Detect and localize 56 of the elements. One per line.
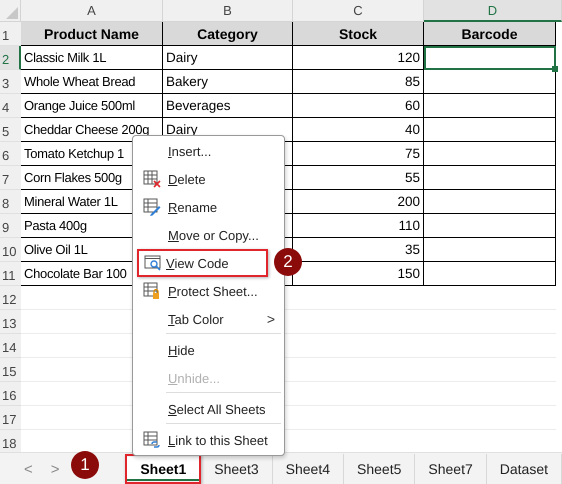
- submenu-arrow: >: [266, 311, 275, 327]
- grid-link-icon: [143, 431, 161, 449]
- table-cell: 110: [293, 214, 424, 238]
- sheet-tab[interactable]: Sheet7: [415, 457, 486, 481]
- menu-item[interactable]: Tab Color >: [136, 305, 281, 333]
- row-number[interactable]: 16: [0, 382, 21, 406]
- menu-item[interactable]: View Code: [139, 251, 266, 275]
- table-cell: Orange Juice 500ml: [21, 94, 163, 118]
- sheet-tab[interactable]: Dataset: [486, 457, 561, 481]
- row-number[interactable]: 8: [0, 190, 21, 214]
- grid-pencil-icon: [143, 198, 161, 216]
- table-cell: 120: [293, 46, 424, 70]
- table-cell: 40: [293, 118, 424, 142]
- row-number[interactable]: 6: [0, 142, 21, 166]
- table-cell: 60: [293, 94, 424, 118]
- grid-lock-icon: [143, 282, 161, 300]
- row-number[interactable]: 12: [0, 286, 21, 310]
- row-number[interactable]: 13: [0, 310, 21, 334]
- row-number[interactable]: 15: [0, 358, 21, 382]
- row-number[interactable]: 2: [0, 46, 21, 70]
- table-cell: Dairy: [163, 46, 293, 70]
- header-cell: Product Name: [21, 22, 163, 46]
- column-header[interactable]: D: [424, 0, 562, 22]
- row-number[interactable]: 11: [0, 262, 21, 286]
- table-cell: Classic Milk 1L: [21, 46, 163, 70]
- row-number[interactable]: 3: [0, 70, 21, 94]
- table-cell: 75: [293, 142, 424, 166]
- table-cell: 85: [293, 70, 424, 94]
- column-header[interactable]: A: [21, 0, 163, 22]
- table-cell: 200: [293, 190, 424, 214]
- sheet-tab[interactable]: Sheet4: [272, 457, 343, 481]
- column-header[interactable]: B: [163, 0, 293, 22]
- row-number[interactable]: 18: [0, 430, 21, 454]
- row-number[interactable]: 14: [0, 334, 21, 358]
- header-cell: Category: [163, 22, 293, 46]
- table-cell: 55: [293, 166, 424, 190]
- sheet-tab[interactable]: Sheet5: [344, 457, 414, 481]
- step-badge: 2: [274, 248, 302, 276]
- row-number[interactable]: 10: [0, 238, 21, 262]
- header-cell: Stock: [293, 22, 424, 46]
- table-cell: Beverages: [163, 94, 293, 118]
- row-number[interactable]: 17: [0, 406, 21, 430]
- row-number[interactable]: 9: [0, 214, 21, 238]
- header-cell: Barcode: [424, 22, 556, 46]
- table-cell: Bakery: [163, 70, 293, 94]
- active-cell[interactable]: [424, 46, 556, 70]
- grid-x-icon: [143, 170, 161, 188]
- sheet-tab[interactable]: Sheet3: [201, 457, 272, 481]
- window-magnifier-icon: [144, 254, 162, 272]
- sheet-tab[interactable]: Sheet1: [127, 457, 200, 481]
- row-number[interactable]: 5: [0, 118, 21, 142]
- table-cell: Whole Wheat Bread: [21, 70, 163, 94]
- row-number[interactable]: 4: [0, 94, 21, 118]
- column-header[interactable]: C: [293, 0, 424, 22]
- row-number[interactable]: 7: [0, 166, 21, 190]
- row-number[interactable]: 1: [0, 22, 21, 46]
